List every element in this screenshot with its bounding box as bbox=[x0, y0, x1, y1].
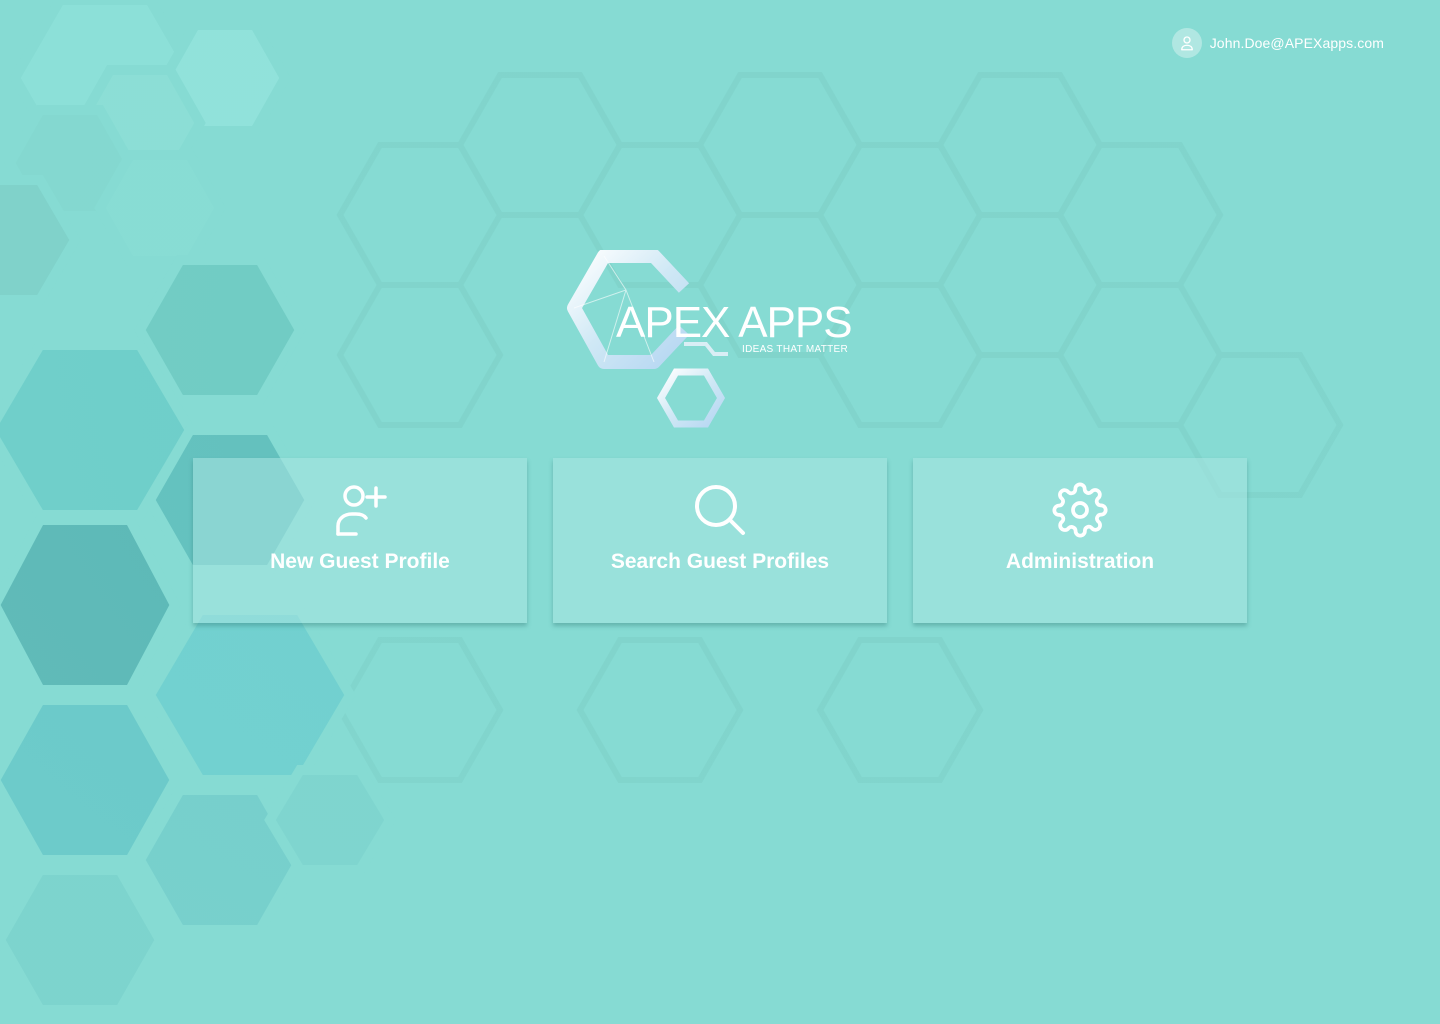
search-guest-profiles-card[interactable]: Search Guest Profiles bbox=[553, 458, 887, 623]
search-icon bbox=[692, 482, 748, 538]
apex-apps-logo: APEX APPS IDEAS THAT MATTER bbox=[566, 249, 866, 440]
new-guest-profile-card[interactable]: New Guest Profile bbox=[193, 458, 527, 623]
search-guest-profiles-label: Search Guest Profiles bbox=[610, 550, 830, 573]
user-icon bbox=[1171, 28, 1202, 58]
logo-tagline: IDEAS THAT MATTER bbox=[742, 344, 849, 355]
new-guest-profile-label: New Guest Profile bbox=[270, 550, 450, 573]
action-cards: New Guest Profile Search Guest Profiles … bbox=[193, 458, 1247, 623]
administration-label: Administration bbox=[1005, 550, 1155, 573]
user-plus-icon bbox=[332, 482, 388, 538]
administration-card[interactable]: Administration bbox=[913, 458, 1247, 623]
logo-title: APEX APPS bbox=[616, 298, 853, 347]
user-account-chip[interactable]: John.Doe@APEXapps.com bbox=[1171, 28, 1384, 58]
user-email: John.Doe@APEXapps.com bbox=[1209, 35, 1384, 51]
gear-icon bbox=[1052, 482, 1108, 538]
